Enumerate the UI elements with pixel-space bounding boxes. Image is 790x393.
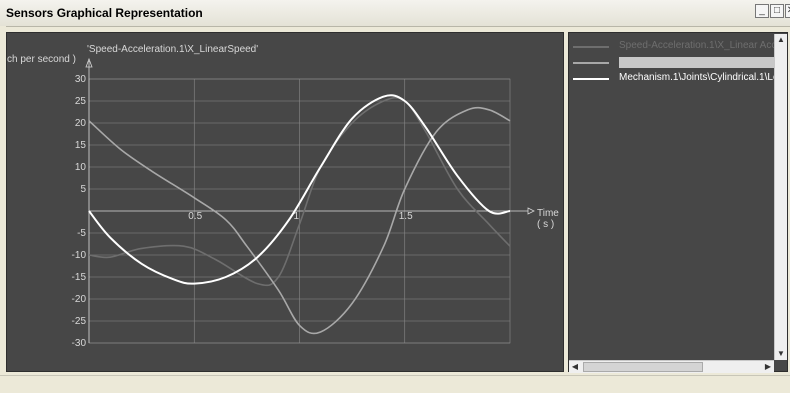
legend-label: Speed-Acceleration.1\X_Linear Acce: [619, 40, 782, 51]
y-tick-label: -10: [72, 250, 87, 261]
minimize-button[interactable]: _: [755, 4, 769, 18]
legend-item[interactable]: Mechanism.1\Joints\Cylindrical.1\Leng: [569, 71, 787, 87]
line-chart: 'Speed-Acceleration.1\X_LinearSpeed' ch …: [7, 44, 559, 349]
y-tick-label: -15: [72, 272, 87, 283]
legend-item[interactable]: Speed-Acceleration.1\X_Linear Acce: [569, 39, 787, 55]
x-axis-unit: ( s ): [537, 219, 554, 230]
sensors-window: Sensors Graphical Representation _ □ ✕ '…: [0, 0, 790, 393]
scroll-thumb[interactable]: [583, 362, 703, 372]
y-tick-label: 25: [75, 96, 87, 107]
y-tick-label: 30: [75, 74, 87, 85]
legend-swatch: [573, 46, 609, 48]
legend-label-highlight: [619, 57, 779, 68]
x-tick-label: 1.5: [399, 211, 413, 222]
y-tick-label: 20: [75, 118, 87, 129]
legend-swatch: [573, 78, 609, 80]
y-tick-label: -25: [72, 316, 87, 327]
scroll-left-icon[interactable]: ◀: [569, 361, 581, 373]
legend-item[interactable]: [569, 55, 787, 71]
scroll-right-icon[interactable]: ▶: [762, 361, 774, 373]
scroll-up-icon[interactable]: ▲: [775, 34, 787, 46]
horizontal-scrollbar[interactable]: ◀ ▶: [569, 360, 774, 373]
chart-title: 'Speed-Acceleration.1\X_LinearSpeed': [87, 44, 258, 55]
y-tick-label: -30: [72, 338, 87, 349]
title-bar[interactable]: Sensors Graphical Representation _ □ ✕: [0, 0, 790, 27]
legend-panel: Speed-Acceleration.1\X_Linear Acce Mechan…: [568, 32, 788, 372]
y-tick-label: 10: [75, 162, 87, 173]
scroll-down-icon[interactable]: ▼: [775, 348, 787, 360]
window-title: Sensors Graphical Representation: [6, 6, 203, 20]
y-tick-label: 15: [75, 140, 87, 151]
legend-label: Mechanism.1\Joints\Cylindrical.1\Leng: [619, 72, 788, 83]
x-axis-label: Time: [537, 208, 559, 219]
vertical-scrollbar[interactable]: ▲ ▼: [774, 34, 787, 360]
plot-panel: 'Speed-Acceleration.1\X_LinearSpeed' ch …: [6, 32, 564, 372]
maximize-button[interactable]: □: [770, 4, 784, 18]
status-bar: [0, 375, 790, 393]
y-tick-label: -5: [77, 228, 86, 239]
x-axis-arrow-icon: [527, 207, 535, 215]
y-axis-label: ch per second ): [7, 54, 76, 65]
close-button[interactable]: ✕: [785, 4, 790, 18]
y-tick-label: 5: [80, 184, 86, 195]
x-tick-label: 0.5: [188, 211, 202, 222]
legend-swatch: [573, 62, 609, 64]
y-tick-label: -20: [72, 294, 87, 305]
